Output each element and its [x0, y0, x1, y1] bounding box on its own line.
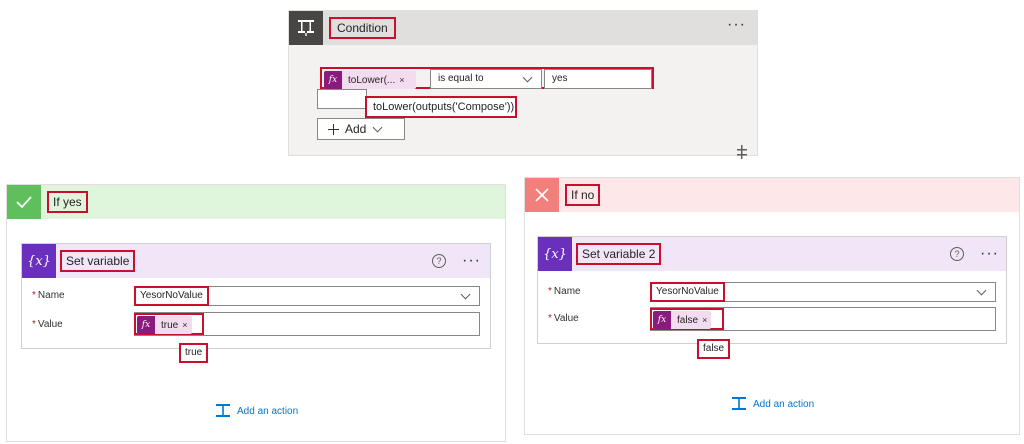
name-label: * Name	[32, 290, 65, 301]
value-token[interactable]: fx false ×	[653, 311, 712, 329]
value-token-label: false	[677, 314, 699, 326]
if-no-title: If no	[565, 184, 601, 206]
connector-icon	[737, 145, 747, 159]
help-icon[interactable]: ?	[950, 247, 964, 261]
fx-icon: fx	[324, 71, 342, 89]
value-token-label: true	[161, 319, 179, 331]
add-action-icon	[732, 397, 746, 410]
condition-title: Condition	[329, 17, 396, 39]
right-operand-input[interactable]: yes	[544, 69, 652, 89]
value-preview: false	[697, 339, 731, 359]
set-variable-2-title: Set variable 2	[576, 243, 662, 265]
left-operand-label: toLower(...	[348, 74, 396, 86]
add-button-label: Add	[345, 122, 367, 136]
value-token-highlight: fx false ×	[650, 308, 724, 330]
left-operand-token[interactable]: fx toLower(... ×	[324, 71, 416, 89]
add-an-action-label: Add an action	[753, 398, 815, 410]
add-action-icon	[216, 404, 230, 417]
value-input[interactable]: fx true ×	[134, 312, 480, 336]
set-variable-title: Set variable	[60, 250, 136, 272]
variable-icon: {𝑥}	[538, 237, 572, 271]
if-no-header[interactable]: If no	[525, 178, 1019, 212]
condition-row: fx toLower(... × is equal to yes	[320, 67, 654, 89]
value-input[interactable]: fx false ×	[650, 307, 996, 331]
name-select[interactable]: YesorNoValue	[134, 286, 480, 306]
add-an-action-button[interactable]: Add an action	[731, 396, 814, 412]
if-yes-title: If yes	[47, 191, 88, 213]
value-label: * Value	[548, 313, 579, 324]
condition-menu-button[interactable]: ···	[727, 17, 746, 33]
add-button[interactable]: Add	[317, 118, 405, 140]
expression-input[interactable]	[317, 89, 367, 109]
if-no-branch: If no {𝑥} Set variable 2 ? ··· * Name Yes…	[524, 177, 1020, 435]
name-select[interactable]: YesorNoValue	[650, 282, 996, 302]
value-token-highlight: fx true ×	[134, 313, 204, 335]
condition-card: Condition ··· fx toLower(... × is equal …	[288, 10, 758, 159]
fx-icon: fx	[653, 311, 671, 329]
expression-tooltip: toLower(outputs('Compose'))	[365, 96, 517, 118]
checkmark-icon	[7, 185, 41, 219]
remove-token-icon[interactable]: ×	[399, 75, 408, 85]
chevron-down-icon	[372, 122, 383, 132]
set-variable-menu-button[interactable]: ···	[462, 253, 481, 269]
add-an-action-button[interactable]: Add an action	[215, 403, 298, 419]
value-label: * Value	[32, 319, 63, 330]
help-icon[interactable]: ?	[432, 254, 446, 268]
operator-value: is equal to	[438, 73, 484, 84]
chevron-down-icon	[976, 285, 987, 296]
plus-icon	[328, 123, 339, 135]
name-label: * Name	[548, 286, 581, 297]
set-variable-header[interactable]: {𝑥} Set variable ? ···	[22, 244, 490, 278]
set-variable-card: {𝑥} Set variable ? ··· * Name YesorNoValu…	[21, 243, 491, 349]
name-value: YesorNoValue	[134, 286, 209, 306]
variable-icon: {𝑥}	[22, 244, 56, 278]
set-variable-2-menu-button[interactable]: ···	[980, 246, 999, 262]
chevron-down-icon	[522, 72, 533, 83]
set-variable-2-header[interactable]: {𝑥} Set variable 2 ? ···	[538, 237, 1006, 271]
condition-header[interactable]: Condition ···	[289, 11, 757, 45]
set-variable-2-card: {𝑥} Set variable 2 ? ··· * Name YesorNoVa…	[537, 236, 1007, 344]
remove-token-icon[interactable]: ×	[182, 320, 191, 330]
right-operand-value: yes	[552, 73, 568, 84]
fx-icon: fx	[137, 316, 155, 334]
value-preview: true	[179, 343, 209, 363]
close-icon	[525, 178, 559, 212]
if-yes-header[interactable]: If yes	[7, 185, 505, 219]
value-token[interactable]: fx true ×	[137, 316, 192, 334]
if-yes-branch: If yes {𝑥} Set variable ? ··· * Name Yeso…	[6, 184, 506, 442]
chevron-down-icon	[460, 289, 471, 300]
operator-select[interactable]: is equal to	[430, 69, 542, 89]
add-an-action-label: Add an action	[237, 405, 299, 417]
name-value: YesorNoValue	[650, 282, 725, 302]
condition-icon	[289, 11, 323, 45]
remove-token-icon[interactable]: ×	[702, 315, 711, 325]
